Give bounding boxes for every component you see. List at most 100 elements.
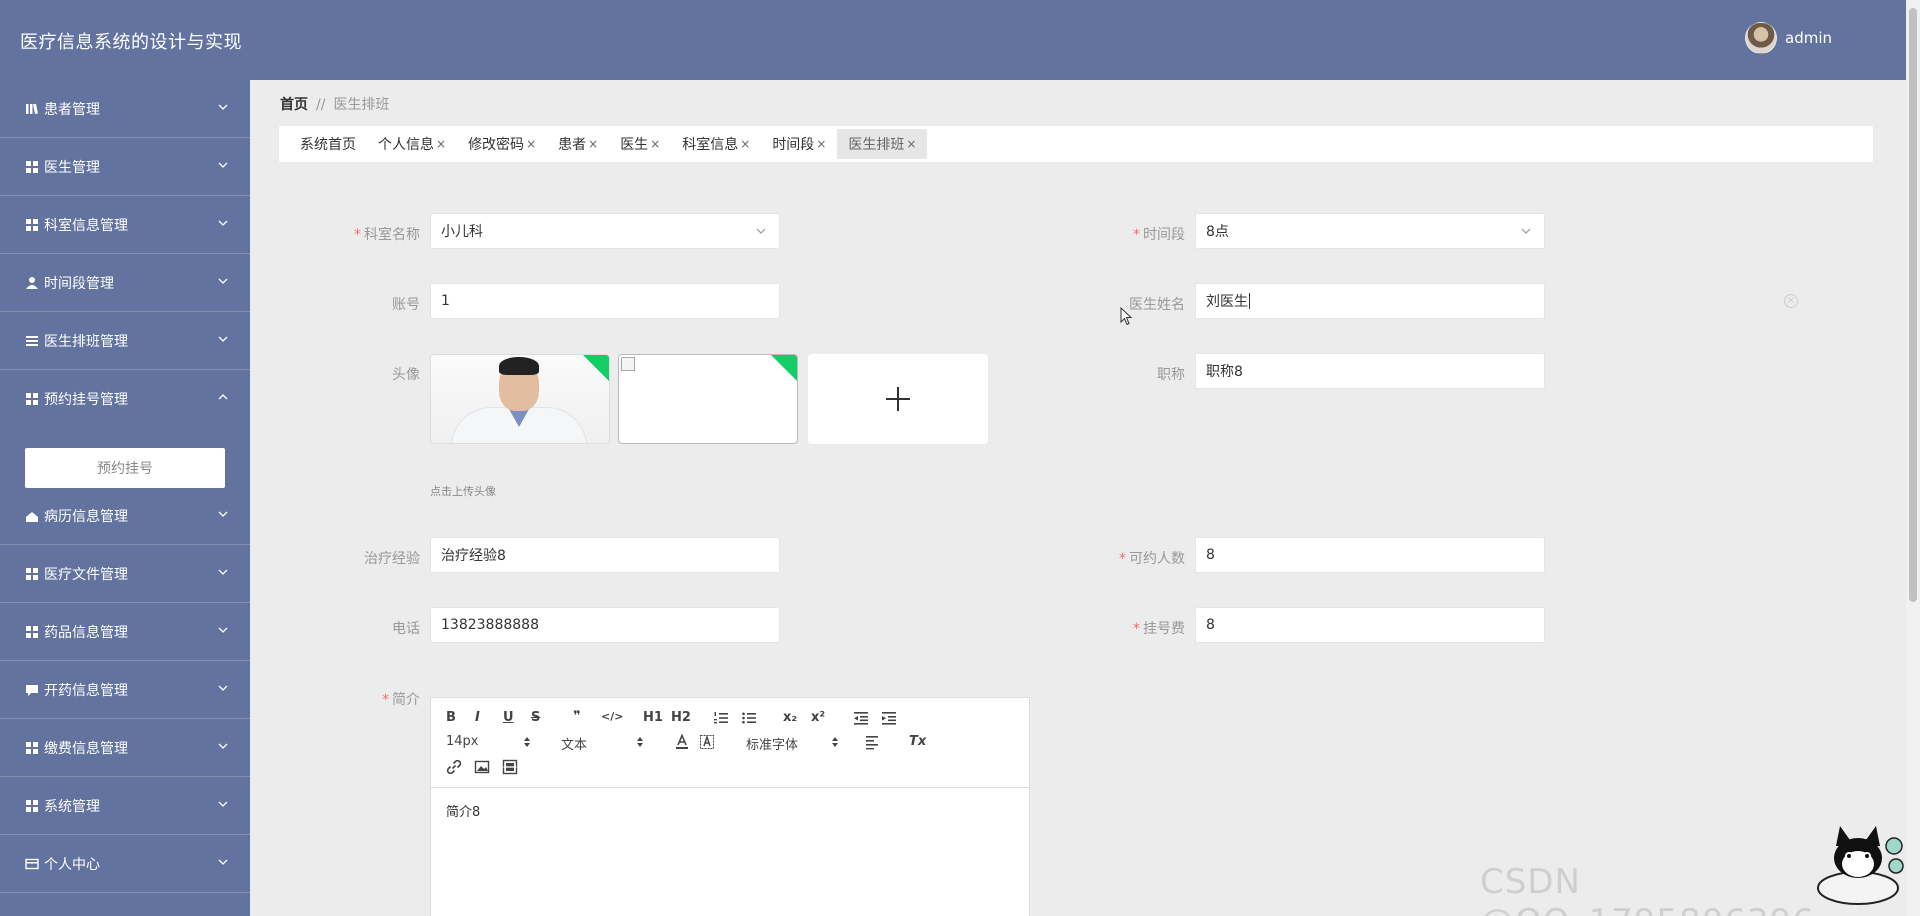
fee-input[interactable]: 8	[1195, 607, 1545, 643]
sidebar-item-doctor[interactable]: 医生管理	[0, 138, 250, 196]
sidebar-item-medical-record[interactable]: 病历信息管理	[0, 487, 250, 545]
upload-button[interactable]	[808, 354, 988, 444]
scrollbar-thumb[interactable]	[1909, 8, 1917, 602]
sidebar-item-payment[interactable]: 缴费信息管理	[0, 719, 250, 777]
background-color-icon[interactable]	[699, 734, 715, 750]
sidebar-item-medical-file[interactable]: 医疗文件管理	[0, 545, 250, 603]
fee-label-text: 挂号费	[1143, 621, 1185, 637]
close-icon[interactable]: ×	[588, 137, 598, 151]
tab-change-password[interactable]: 修改密码 ×	[457, 129, 547, 159]
sidebar-item-drug[interactable]: 药品信息管理	[0, 603, 250, 661]
tab-label: 科室信息	[682, 137, 739, 153]
upload-success-corner	[583, 355, 609, 381]
chevron-down-icon	[218, 627, 228, 633]
close-icon[interactable]: ×	[816, 137, 826, 151]
subscript-button[interactable]: x₂	[783, 710, 797, 725]
underline-button[interactable]: U	[503, 710, 514, 725]
close-icon[interactable]: ×	[906, 137, 916, 151]
chevron-down-icon	[218, 743, 228, 749]
text-type-select[interactable]: 文本	[561, 734, 587, 753]
avatar-image-1[interactable]	[430, 354, 610, 444]
phone-value: 13823888888	[441, 617, 539, 633]
tab-label: 修改密码	[468, 137, 525, 153]
bold-button[interactable]: B	[446, 710, 456, 725]
ordered-list-icon[interactable]	[713, 710, 729, 726]
title-input[interactable]: 职称8	[1195, 353, 1545, 389]
required-mark: *	[1133, 621, 1140, 637]
clear-format-button[interactable]: Tx	[909, 734, 926, 749]
sidebar-item-department[interactable]: 科室信息管理	[0, 196, 250, 254]
department-select[interactable]: 小儿科	[430, 213, 780, 249]
close-icon[interactable]: ×	[740, 137, 750, 151]
tab-home[interactable]: 系统首页	[289, 129, 367, 159]
strike-button[interactable]: S	[531, 710, 540, 725]
align-left-icon[interactable]	[865, 734, 881, 750]
superscript-button[interactable]: x²	[811, 710, 825, 725]
avatar-image-2[interactable]	[618, 354, 798, 444]
quote-button[interactable]: ❞	[573, 709, 581, 724]
select-arrows-icon	[637, 737, 643, 747]
submenu-item-appointment[interactable]: 预约挂号	[25, 448, 225, 488]
font-family-select[interactable]: 标准字体	[746, 734, 798, 753]
tab-department[interactable]: 科室信息 ×	[671, 129, 761, 159]
image-icon[interactable]	[474, 759, 490, 775]
grid-icon	[24, 159, 40, 175]
font-size-select[interactable]: 14px	[446, 734, 479, 749]
sidebar-item-prescription[interactable]: 开药信息管理	[0, 661, 250, 719]
phone-label: 电话	[392, 621, 420, 637]
close-icon[interactable]: ×	[526, 137, 536, 151]
sidebar-item-schedule[interactable]: 医生排班管理	[0, 312, 250, 370]
user-menu[interactable]: admin	[1745, 22, 1832, 54]
rich-text-editor[interactable]: B I U S ❞ </> H1 H2 x₂ x² 14px 文本 标准字体 T…	[430, 697, 1030, 916]
sidebar-item-profile[interactable]: 个人中心	[0, 835, 250, 893]
clear-icon[interactable]: ×	[1784, 294, 1798, 308]
breadcrumb-home[interactable]: 首页	[280, 97, 308, 113]
doctor-name-input[interactable]: 刘医生	[1195, 283, 1545, 319]
link-icon[interactable]	[446, 759, 462, 775]
sidebar-item-label: 开药信息管理	[44, 682, 128, 699]
chevron-down-icon	[756, 228, 766, 234]
sidebar-item-timeslot[interactable]: 时间段管理	[0, 254, 250, 312]
chevron-down-icon	[218, 801, 228, 807]
editor-content[interactable]: 简介8	[446, 801, 480, 820]
required-mark: *	[354, 227, 361, 243]
close-icon[interactable]: ×	[650, 137, 660, 151]
chat-icon	[24, 682, 40, 698]
sidebar-item-label: 医疗文件管理	[44, 566, 128, 583]
sidebar-item-system[interactable]: 系统管理	[0, 777, 250, 835]
experience-input[interactable]: 治疗经验8	[430, 537, 780, 573]
vertical-scrollbar[interactable]	[1906, 0, 1920, 916]
tab-timeslot[interactable]: 时间段 ×	[761, 129, 837, 159]
close-icon[interactable]: ×	[436, 137, 446, 151]
font-color-icon[interactable]	[674, 734, 690, 750]
outdent-icon[interactable]	[853, 710, 869, 726]
required-mark: *	[1133, 227, 1140, 243]
upload-success-corner	[771, 355, 797, 381]
sidebar-item-patient[interactable]: 患者管理	[0, 80, 250, 138]
code-button[interactable]: </>	[601, 710, 623, 723]
username[interactable]: admin	[1785, 29, 1832, 47]
bullet-list-icon[interactable]	[741, 710, 757, 726]
editor-toolbar: B I U S ❞ </> H1 H2 x₂ x² 14px 文本 标准字体 T…	[431, 698, 1029, 788]
list-icon	[24, 333, 40, 349]
top-header: 医疗信息系统的设计与实现 admin	[0, 0, 1920, 80]
chevron-down-icon	[218, 278, 228, 284]
tab-personal-info[interactable]: 个人信息 ×	[367, 129, 457, 159]
chevron-up-icon	[218, 394, 228, 400]
capacity-input[interactable]: 8	[1195, 537, 1545, 573]
capacity-label-text: 可约人数	[1129, 551, 1185, 567]
indent-icon[interactable]	[881, 710, 897, 726]
sidebar-item-appointment[interactable]: 预约挂号管理	[0, 370, 250, 428]
tab-patient[interactable]: 患者 ×	[547, 129, 609, 159]
account-value: 1	[441, 293, 450, 309]
time-slot-select[interactable]: 8点	[1195, 213, 1545, 249]
avatar[interactable]	[1745, 22, 1777, 54]
italic-button[interactable]: I	[475, 710, 480, 725]
h1-button[interactable]: H1	[643, 710, 663, 725]
video-icon[interactable]	[502, 759, 518, 775]
account-input[interactable]: 1	[430, 283, 780, 319]
phone-input[interactable]: 13823888888	[430, 607, 780, 643]
tab-schedule[interactable]: 医生排班 ×	[837, 129, 928, 159]
h2-button[interactable]: H2	[671, 710, 691, 725]
tab-doctor[interactable]: 医生 ×	[609, 129, 671, 159]
